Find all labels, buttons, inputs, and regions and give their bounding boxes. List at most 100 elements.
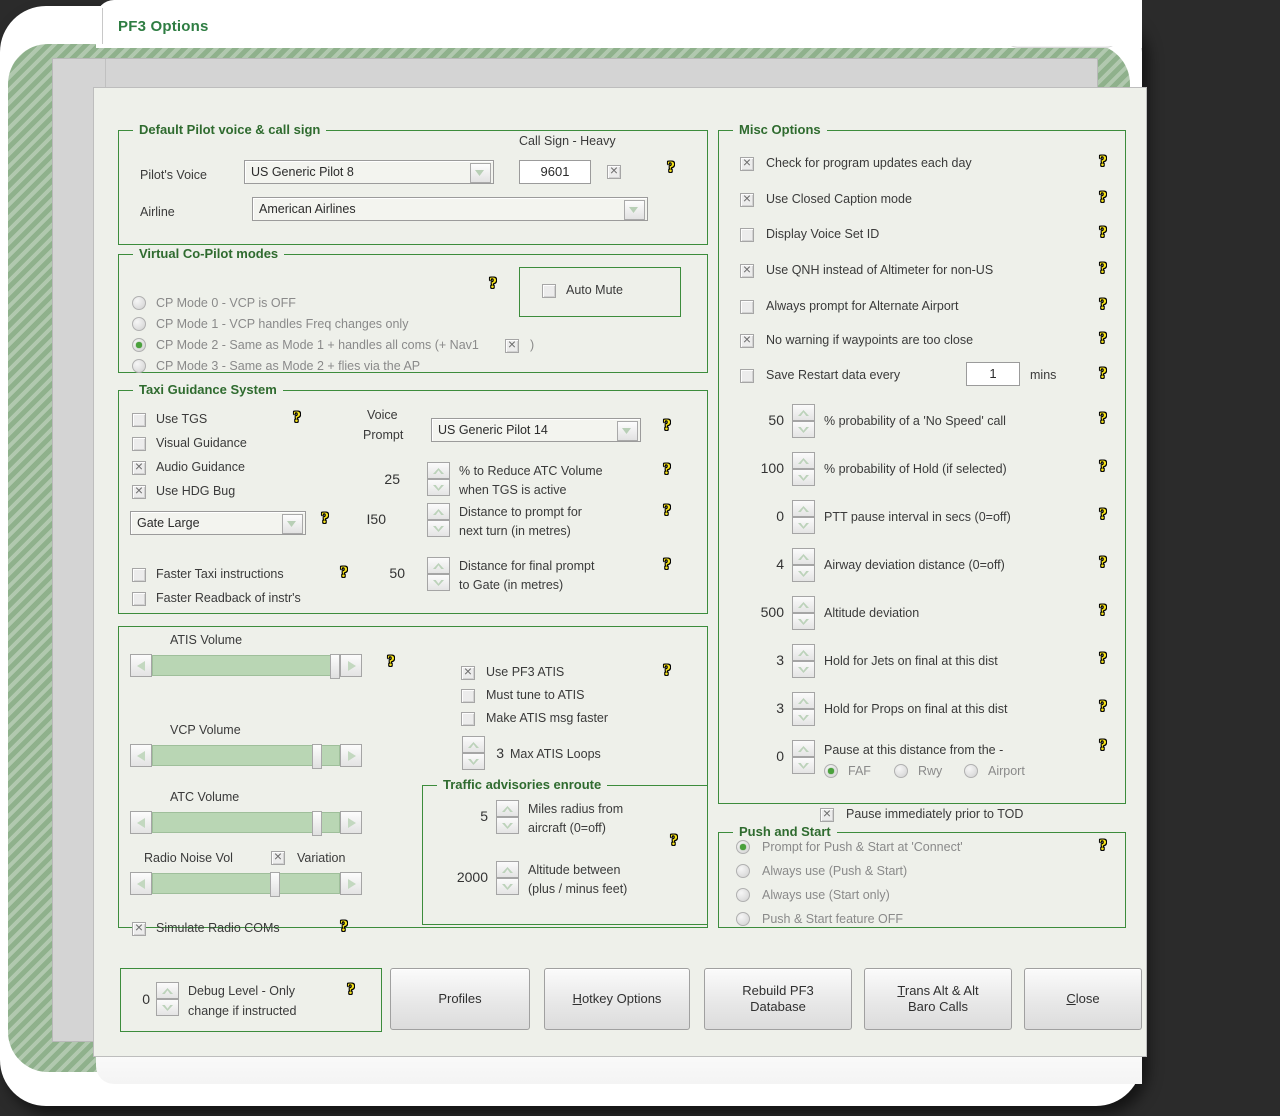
help-icon-save-restart[interactable]: ? [1096,366,1110,384]
spinner-down-icon[interactable] [462,753,485,770]
callsign-heavy-checkbox[interactable] [607,162,621,179]
help-icon-vcp[interactable]: ? [486,276,500,294]
rebuild-database-button[interactable]: Rebuild PF3 Database [704,968,852,1030]
slider-track[interactable] [152,873,340,894]
spinner-up-icon[interactable] [792,404,815,421]
visual-guidance-checkbox[interactable] [132,437,146,451]
spinner-up-icon[interactable] [427,557,450,574]
help-icon-no-speed[interactable]: ? [1096,411,1110,429]
no-speed-spinner[interactable] [792,404,815,438]
altitude-deviation-spinner[interactable] [792,596,815,630]
use-pf3-atis-checkbox[interactable] [461,663,475,680]
debug-level-spinner[interactable] [156,982,179,1016]
spinner-down-icon[interactable] [792,757,815,774]
spinner-up-icon[interactable] [792,452,815,469]
radio-cp-mode-3[interactable] [132,359,146,373]
help-icon-gate-size[interactable]: ? [318,511,332,529]
audio-guidance-checkbox[interactable] [132,458,146,475]
help-icon-volumes[interactable]: ? [384,654,398,672]
slider-right-arrow-icon[interactable] [340,811,362,834]
help-icon-faster-taxi[interactable]: ? [337,565,351,583]
radio-push-always-push-start[interactable] [736,864,750,878]
spinner-down-icon[interactable] [427,574,450,591]
radio-pause-rwy[interactable] [894,764,908,778]
help-icon-tgs[interactable]: ? [290,410,304,428]
help-icon-reduce-volume[interactable]: ? [660,462,674,480]
radio-cp-mode-2[interactable] [132,338,146,352]
radio-pause-faf[interactable] [824,764,838,778]
use-hdg-bug-checkbox[interactable] [132,482,146,499]
help-icon-hold-props[interactable]: ? [1096,699,1110,717]
slider-right-arrow-icon[interactable] [340,872,362,895]
chevron-down-icon[interactable] [624,200,645,220]
save-restart-input[interactable]: 1 [966,362,1020,386]
chevron-down-icon[interactable] [470,163,491,183]
reduce-volume-spinner[interactable] [427,462,450,496]
help-icon-use-qnh[interactable]: ? [1096,261,1110,279]
help-icon-simulate-radio[interactable]: ? [337,919,351,937]
slider-left-arrow-icon[interactable] [130,872,152,895]
help-icon-debug-level[interactable]: ? [344,982,358,1000]
help-icon-traffic[interactable]: ? [667,833,681,851]
slider-left-arrow-icon[interactable] [130,811,152,834]
traffic-altitude-spinner[interactable] [496,861,519,895]
voice-set-id-checkbox[interactable] [740,228,754,242]
spinner-down-icon[interactable] [427,479,450,496]
slider-right-arrow-icon[interactable] [340,654,362,677]
spinner-down-icon[interactable] [792,565,815,582]
slider-thumb[interactable] [330,654,340,679]
radio-push-prompt[interactable] [736,840,750,854]
spinner-up-icon[interactable] [427,462,450,479]
max-atis-loops-spinner[interactable] [462,736,485,770]
help-icon-voice-prompt[interactable]: ? [660,418,674,436]
help-icon-hold-probability[interactable]: ? [1096,459,1110,477]
faster-readback-checkbox[interactable] [132,592,146,606]
spinner-up-icon[interactable] [792,500,815,517]
callsign-input[interactable]: 9601 [519,160,591,184]
atc-volume-slider[interactable] [130,810,362,836]
chevron-down-icon[interactable] [282,514,303,534]
slider-thumb[interactable] [312,811,322,836]
help-icon-voice-set-id[interactable]: ? [1096,225,1110,243]
use-qnh-checkbox[interactable] [740,261,754,278]
spinner-up-icon[interactable] [792,644,815,661]
help-icon-final-prompt[interactable]: ? [660,557,674,575]
slider-track[interactable] [152,655,340,676]
spinner-up-icon[interactable] [462,736,485,753]
slider-thumb[interactable] [270,872,280,897]
pause-prior-tod-checkbox[interactable] [820,805,834,822]
spinner-down-icon[interactable] [792,709,815,726]
spinner-up-icon[interactable] [427,503,450,520]
voice-prompt-combo[interactable]: US Generic Pilot 14 [431,418,641,442]
alternate-airport-checkbox[interactable] [740,300,754,314]
help-icon-ptt-pause[interactable]: ? [1096,507,1110,525]
hold-probability-spinner[interactable] [792,452,815,486]
spinner-down-icon[interactable] [792,469,815,486]
nav1-checkbox[interactable] [505,336,519,353]
help-icon-altitude-deviation[interactable]: ? [1096,603,1110,621]
auto-mute-checkbox[interactable] [542,284,556,298]
help-icon-atis[interactable]: ? [660,663,674,681]
pilots-voice-combo[interactable]: US Generic Pilot 8 [244,160,494,184]
radio-pause-airport[interactable] [964,764,978,778]
radio-noise-volume-slider[interactable] [130,871,362,897]
faster-taxi-checkbox[interactable] [132,568,146,582]
make-atis-faster-checkbox[interactable] [461,712,475,726]
help-icon-check-updates[interactable]: ? [1096,154,1110,172]
next-turn-spinner[interactable] [427,503,450,537]
slider-thumb[interactable] [312,744,322,769]
spinner-down-icon[interactable] [792,421,815,438]
check-updates-checkbox[interactable] [740,154,754,171]
help-icon-next-turn[interactable]: ? [660,503,674,521]
spinner-up-icon[interactable] [496,861,519,878]
spinner-up-icon[interactable] [792,548,815,565]
final-prompt-spinner[interactable] [427,557,450,591]
radio-cp-mode-0[interactable] [132,296,146,310]
hotkey-options-button[interactable]: Hotkey Options [544,968,690,1030]
spinner-down-icon[interactable] [156,999,179,1016]
spinner-up-icon[interactable] [156,982,179,999]
spinner-up-icon[interactable] [792,596,815,613]
gate-size-combo[interactable]: Gate Large [130,511,306,535]
help-icon-pilot-voice[interactable]: ? [664,160,678,178]
help-icon-waypoints-warning[interactable]: ? [1096,331,1110,349]
